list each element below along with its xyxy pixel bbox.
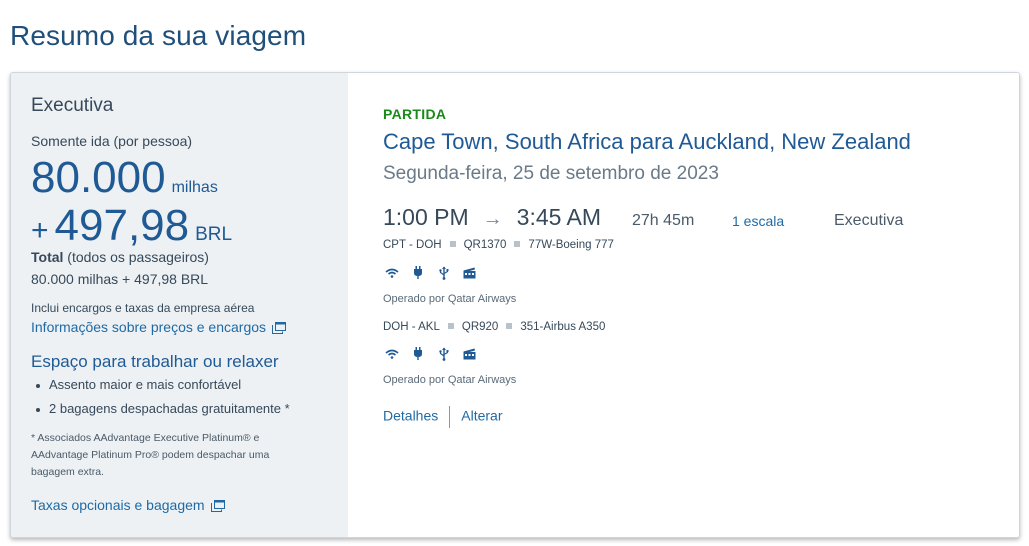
external-window-icon xyxy=(272,321,287,337)
price-panel: Executiva Somente ida (por pessoa) 80.00… xyxy=(11,73,348,537)
brl-unit: BRL xyxy=(195,224,233,245)
usb-icon xyxy=(435,264,452,281)
perks-list: Assento maior e mais confortável 2 bagag… xyxy=(31,375,290,425)
operated-by: Operado por Qatar Airways xyxy=(383,293,517,305)
segment-info: DOH - AKL QR920 351-Airbus A350 xyxy=(383,321,605,333)
arrive-time: 3:45 AM xyxy=(516,204,602,230)
separator-dot xyxy=(506,323,513,330)
total-sum: 80.000 milhas + 497,98 BRL xyxy=(31,271,209,287)
segment-route: CPT - DOH xyxy=(383,239,442,251)
flight-times: 1:00 PM → 3:45 AM xyxy=(383,204,601,231)
perk-item: Assento maior e mais confortável xyxy=(31,375,290,401)
external-window-icon xyxy=(210,499,225,515)
wifi-icon xyxy=(383,345,400,362)
segment-flight: QR1370 xyxy=(463,239,507,251)
pricing-info-link[interactable]: Informações sobre preços e encargos xyxy=(31,319,287,337)
total-line: Total (todos os passageiros) xyxy=(31,249,209,265)
cabin-class: Executiva xyxy=(31,95,114,116)
trip-duration: 27h 45m xyxy=(632,212,695,229)
trip-route: Cape Town, South Africa para Auckland, N… xyxy=(383,129,911,154)
entertainment-icon xyxy=(461,345,478,362)
separator-dot xyxy=(514,241,521,248)
pricing-info-label: Informações sobre preços e encargos xyxy=(31,319,267,335)
miles-price: 80.000 milhas xyxy=(31,153,218,203)
total-suffix: (todos os passageiros) xyxy=(63,249,209,265)
wifi-icon xyxy=(383,264,400,281)
plus-sign: + xyxy=(31,214,49,247)
segment-info: CPT - DOH QR1370 77W-Boeing 777 xyxy=(383,239,614,251)
page-title: Resumo da sua viagem xyxy=(10,20,307,51)
miles-value: 80.000 xyxy=(31,153,166,202)
segment-aircraft: 77W-Boeing 777 xyxy=(528,239,614,251)
miles-unit: milhas xyxy=(171,179,218,196)
trip-summary-card: Executiva Somente ida (por pessoa) 80.00… xyxy=(10,72,1020,538)
itinerary-panel: PARTIDA Cape Town, South Africa para Auc… xyxy=(348,73,1019,537)
change-link[interactable]: Alterar xyxy=(461,408,502,424)
separator-dot xyxy=(447,323,454,330)
arrow-right-icon: → xyxy=(482,208,503,230)
stops-link[interactable]: 1 escala xyxy=(732,213,784,229)
divider xyxy=(449,406,451,428)
power-icon xyxy=(409,345,426,362)
usb-icon xyxy=(435,345,452,362)
optional-fees-link[interactable]: Taxas opcionais e bagagem xyxy=(31,497,225,515)
optional-fees-label: Taxas opcionais e bagagem xyxy=(31,497,205,513)
entertainment-icon xyxy=(461,264,478,281)
depart-time: 1:00 PM xyxy=(383,204,469,230)
details-link[interactable]: Detalhes xyxy=(383,408,438,424)
space-title: Espaço para trabalhar ou relaxer xyxy=(31,352,279,371)
brl-price: +497,98 BRL xyxy=(31,201,232,251)
fees-note: Inclui encargos e taxas da empresa aérea xyxy=(31,301,255,315)
trip-date: Segunda-feira, 25 de setembro de 2023 xyxy=(383,163,719,184)
operated-by: Operado por Qatar Airways xyxy=(383,374,517,386)
trip-cabin: Executiva xyxy=(834,212,904,229)
total-label: Total xyxy=(31,249,64,265)
segment-route: DOH - AKL xyxy=(383,321,440,333)
amenities-row xyxy=(383,264,478,281)
segment-aircraft: 351-Airbus A350 xyxy=(520,321,606,333)
perk-item: 2 bagagens despachadas gratuitamente * xyxy=(31,399,290,425)
segment-flight: QR920 xyxy=(461,321,499,333)
power-icon xyxy=(409,264,426,281)
departure-label: PARTIDA xyxy=(383,106,447,122)
brl-value: 497,98 xyxy=(54,201,190,250)
fare-type: Somente ida (por pessoa) xyxy=(31,133,193,149)
separator-dot xyxy=(449,241,456,248)
footnote: * Associados AAdvantage Executive Platin… xyxy=(31,432,270,478)
trip-actions: Detalhes Alterar xyxy=(383,406,503,428)
amenities-row xyxy=(383,345,478,362)
